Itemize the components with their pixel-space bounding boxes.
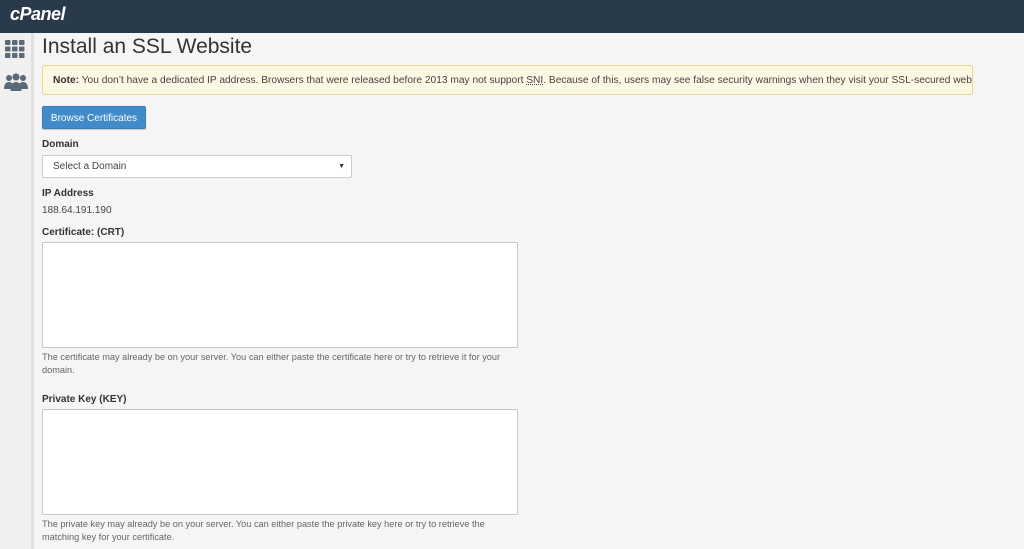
domain-label: Domain — [42, 139, 79, 150]
note-text-before: You don’t have a dedicated IP address. B… — [81, 75, 527, 86]
certificate-label: Certificate: (CRT) — [42, 227, 125, 238]
private-key-help-text: The private key may already be on your s… — [42, 519, 485, 542]
cpanel-logo[interactable]: cPanel — [10, 4, 66, 25]
top-bar: cPanel — [0, 0, 1024, 33]
domain-select[interactable]: Select a Domain ▼ — [42, 155, 352, 178]
users-icon[interactable] — [4, 73, 28, 96]
caret-down-icon: ▼ — [338, 163, 345, 170]
private-key-textarea[interactable] — [42, 409, 518, 515]
grid-icon[interactable] — [5, 40, 25, 63]
private-key-label: Private Key (KEY) — [42, 394, 127, 405]
certificate-help-text: The certificate may already be on your s… — [42, 352, 501, 375]
sni-warning-note: Note: You don’t have a dedicated IP addr… — [42, 65, 973, 95]
certificate-textarea[interactable] — [42, 242, 518, 348]
domain-selected-value: Select a Domain — [53, 161, 127, 172]
ip-address-value: 188.64.191.190 — [42, 205, 112, 216]
note-label: Note: — [53, 75, 80, 86]
sni-abbr: SNI — [526, 75, 544, 86]
note-text-after: . Because of this, users may see false s… — [543, 75, 973, 86]
page-title: Install an SSL Website — [42, 35, 253, 58]
sidebar — [0, 33, 34, 549]
ip-address-label: IP Address — [42, 188, 94, 199]
browse-certificates-button[interactable]: Browse Certificates — [42, 106, 146, 129]
